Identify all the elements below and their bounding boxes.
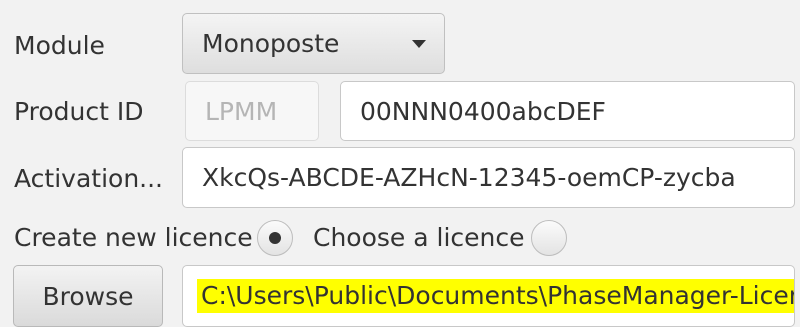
create-licence-label: Create new licence — [14, 223, 253, 252]
activation-label: Activation... — [14, 164, 163, 193]
licence-path-value: C:\Users\Public\Documents\PhaseManager-L… — [197, 279, 794, 313]
chevron-down-icon — [412, 40, 426, 48]
choose-licence-label: Choose a licence — [313, 223, 525, 252]
module-dropdown[interactable]: Monoposte — [182, 13, 445, 74]
browse-button[interactable]: Browse — [13, 265, 163, 327]
module-selected-value: Monoposte — [202, 29, 340, 58]
choose-licence-radio[interactable] — [531, 220, 567, 256]
product-id-label: Product ID — [14, 97, 144, 126]
create-licence-radio[interactable] — [257, 220, 293, 256]
browse-button-label: Browse — [42, 281, 134, 311]
module-label: Module — [14, 31, 105, 60]
product-id-prefix-field: LPMM — [185, 81, 319, 141]
licence-path-input[interactable]: C:\Users\Public\Documents\PhaseManager-L… — [182, 265, 795, 327]
radio-selected-dot — [269, 232, 281, 244]
product-id-value: 00NNN0400abcDEF — [360, 96, 606, 126]
product-id-prefix: LPMM — [205, 96, 278, 126]
product-id-input[interactable]: 00NNN0400abcDEF — [340, 81, 795, 141]
activation-key-input[interactable]: XkcQs-ABCDE-AZHcN-12345-oemCP-zycba — [182, 147, 795, 208]
activation-key-value: XkcQs-ABCDE-AZHcN-12345-oemCP-zycba — [202, 163, 736, 192]
